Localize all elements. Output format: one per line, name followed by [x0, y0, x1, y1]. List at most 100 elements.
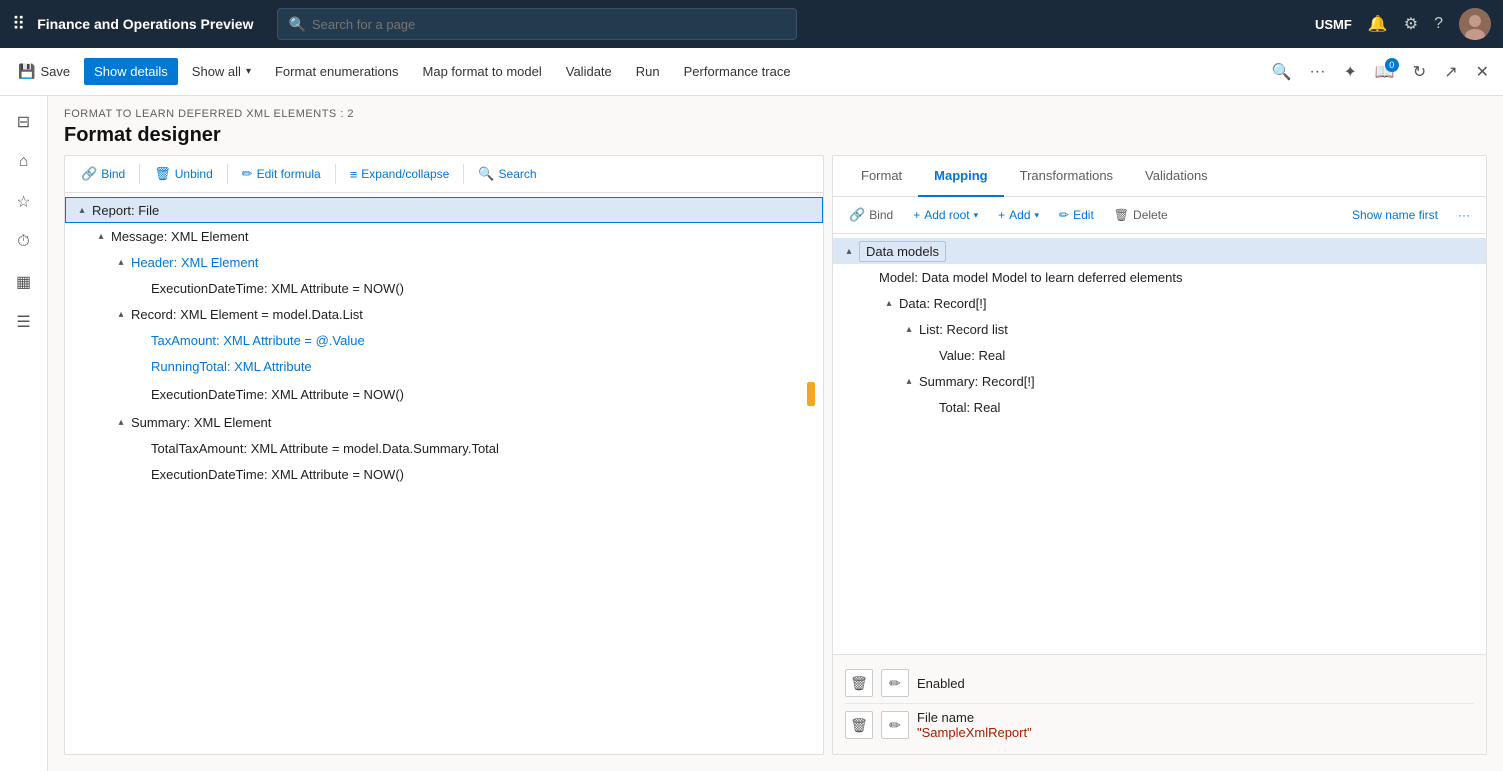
mapping-item[interactable]: ▴ Data: Record[!]	[833, 290, 1486, 316]
format-toolbar: 🔗 Bind 🗑 Unbind ✏ Edit formula	[65, 156, 823, 193]
show-all-button[interactable]: Show all	[182, 58, 261, 85]
filename-content: File name "SampleXmlReport"	[917, 710, 1032, 740]
ftb-separator-3	[335, 164, 336, 184]
avatar[interactable]	[1459, 8, 1491, 40]
validate-button[interactable]: Validate	[556, 58, 622, 85]
bind-button[interactable]: 🔗 Bind	[73, 162, 133, 186]
more-options-button[interactable]: ···	[1450, 204, 1478, 226]
ftb-separator-2	[227, 164, 228, 184]
edit-button[interactable]: ✏ Edit	[1051, 204, 1102, 226]
tree-toggle[interactable]: ▴	[113, 414, 129, 430]
tree-toggle	[133, 280, 149, 296]
tree-item[interactable]: ▴ Message: XML Element	[65, 223, 823, 249]
delete-label: Delete	[1133, 208, 1168, 222]
sidebar-history-icon[interactable]: ⏱	[6, 224, 42, 260]
filename-delete-button[interactable]: 🗑	[845, 711, 873, 739]
sidebar-list-icon[interactable]: ☰	[6, 304, 42, 340]
notification-icon[interactable]: 🔔	[1368, 14, 1388, 34]
enabled-delete-button[interactable]: 🗑	[845, 669, 873, 697]
mapping-toolbar: 🔗 Bind + Add root + Add ✏ Edit	[833, 197, 1486, 234]
mapping-item[interactable]: Model: Data model Model to learn deferre…	[833, 264, 1486, 290]
tree-item[interactable]: TotalTaxAmount: XML Attribute = model.Da…	[65, 435, 823, 461]
show-name-first-button[interactable]: Show name first	[1344, 204, 1446, 226]
expand-collapse-label: Expand/collapse	[361, 167, 449, 181]
run-button[interactable]: Run	[626, 58, 670, 85]
show-details-button[interactable]: Show details	[84, 58, 178, 85]
tree-toggle[interactable]: ▴	[113, 306, 129, 322]
tree-item[interactable]: ExecutionDateTime: XML Attribute = NOW()	[65, 275, 823, 301]
format-enumerations-button[interactable]: Format enumerations	[265, 58, 409, 85]
unbind-icon: 🗑	[154, 166, 171, 182]
tree-item[interactable]: ▴ Header: XML Element	[65, 249, 823, 275]
mapping-item[interactable]: ▴ Summary: Record[!]	[833, 368, 1486, 394]
add-button[interactable]: + Add	[990, 204, 1047, 226]
mapping-toggle[interactable]: ▴	[881, 295, 897, 311]
validate-label: Validate	[566, 64, 612, 79]
tree-item-text: ExecutionDateTime: XML Attribute = NOW()	[151, 281, 404, 296]
toolbar-pin-icon[interactable]: ✦	[1337, 56, 1362, 88]
map-format-to-model-button[interactable]: Map format to model	[413, 58, 552, 85]
tab-mapping[interactable]: Mapping	[918, 156, 1003, 197]
mapping-bind-icon: 🔗	[849, 207, 865, 223]
mapping-toggle[interactable]: ▴	[901, 321, 917, 337]
global-search-bar[interactable]: 🔍	[277, 8, 797, 40]
tree-item[interactable]: ▴ Summary: XML Element	[65, 409, 823, 435]
save-button[interactable]: 💾 Save	[8, 57, 80, 86]
search-icon: 🔍	[288, 16, 305, 33]
tree-toggle[interactable]: ▴	[113, 254, 129, 270]
tree-item[interactable]: TaxAmount: XML Attribute = @.Value	[65, 327, 823, 353]
main-layout: ⊟ ⌂ ☆ ⏱ ▦ ☰ FORMAT TO LEARN DEFERRED XML…	[0, 96, 1503, 771]
performance-trace-button[interactable]: Performance trace	[674, 58, 801, 85]
search-label: Search	[499, 167, 537, 181]
tab-validations[interactable]: Validations	[1129, 156, 1224, 197]
enabled-edit-button[interactable]: ✏	[881, 669, 909, 697]
mapping-item-text: Data models	[859, 244, 946, 259]
waffle-icon[interactable]: ⠿	[12, 14, 25, 35]
edit-formula-button[interactable]: ✏ Edit formula	[234, 162, 329, 186]
tree-toggle	[133, 386, 149, 402]
toolbar-book-icon[interactable]: 📖 0	[1369, 56, 1401, 88]
mapping-item[interactable]: Value: Real	[833, 342, 1486, 368]
help-icon[interactable]: ?	[1434, 15, 1443, 33]
filename-edit-button[interactable]: ✏	[881, 711, 909, 739]
mapping-item[interactable]: ▴ List: Record list	[833, 316, 1486, 342]
toolbar-open-icon[interactable]: ↗	[1438, 56, 1463, 88]
tree-item[interactable]: ▴ Record: XML Element = model.Data.List	[65, 301, 823, 327]
expand-collapse-button[interactable]: ≡ Expand/collapse	[342, 163, 458, 186]
tree-item-text: Message: XML Element	[111, 229, 249, 244]
tree-item[interactable]: ▴ Report: File	[65, 197, 823, 223]
delete-button[interactable]: 🗑 Delete	[1106, 204, 1176, 226]
search-button[interactable]: 🔍 Search	[470, 162, 544, 186]
edit-formula-label: Edit formula	[257, 167, 321, 181]
toolbar-close-icon[interactable]: ✕	[1470, 56, 1495, 88]
global-search-input[interactable]	[312, 17, 787, 32]
edit-label: Edit	[1073, 208, 1094, 222]
show-name-first-label: Show name first	[1352, 208, 1438, 222]
tree-item[interactable]: ExecutionDateTime: XML Attribute = NOW()	[65, 461, 823, 487]
sidebar-home-icon[interactable]: ⌂	[6, 144, 42, 180]
tree-toggle[interactable]: ▴	[93, 228, 109, 244]
mapping-item[interactable]: ▴ Data models	[833, 238, 1486, 264]
tree-item[interactable]: ExecutionDateTime: XML Attribute = NOW()	[65, 379, 823, 409]
mapping-toggle[interactable]: ▴	[841, 243, 857, 259]
add-root-button[interactable]: + Add root	[905, 204, 986, 226]
tab-transformations[interactable]: Transformations	[1004, 156, 1129, 197]
tree-item-text: TaxAmount: XML Attribute = @.Value	[151, 333, 365, 348]
settings-icon[interactable]: ⚙	[1404, 14, 1418, 34]
sidebar-star-icon[interactable]: ☆	[6, 184, 42, 220]
toolbar-search-icon[interactable]: 🔍	[1266, 56, 1298, 88]
mapping-item[interactable]: Total: Real	[833, 394, 1486, 420]
tree-item[interactable]: RunningTotal: XML Attribute	[65, 353, 823, 379]
delete-icon: 🗑	[1114, 208, 1129, 222]
tab-format[interactable]: Format	[845, 156, 918, 197]
sidebar-calendar-icon[interactable]: ▦	[6, 264, 42, 300]
performance-trace-label: Performance trace	[684, 64, 791, 79]
unbind-button[interactable]: 🗑 Unbind	[146, 162, 221, 186]
toolbar-more-icon[interactable]: ···	[1303, 57, 1331, 87]
sidebar-filter-icon[interactable]: ⊟	[6, 104, 42, 140]
tree-toggle[interactable]: ▴	[74, 202, 90, 218]
mapping-bind-button[interactable]: 🔗 Bind	[841, 203, 901, 227]
breadcrumb: FORMAT TO LEARN DEFERRED XML ELEMENTS : …	[64, 108, 1487, 120]
toolbar-refresh-icon[interactable]: ↻	[1407, 56, 1432, 88]
mapping-toggle[interactable]: ▴	[901, 373, 917, 389]
